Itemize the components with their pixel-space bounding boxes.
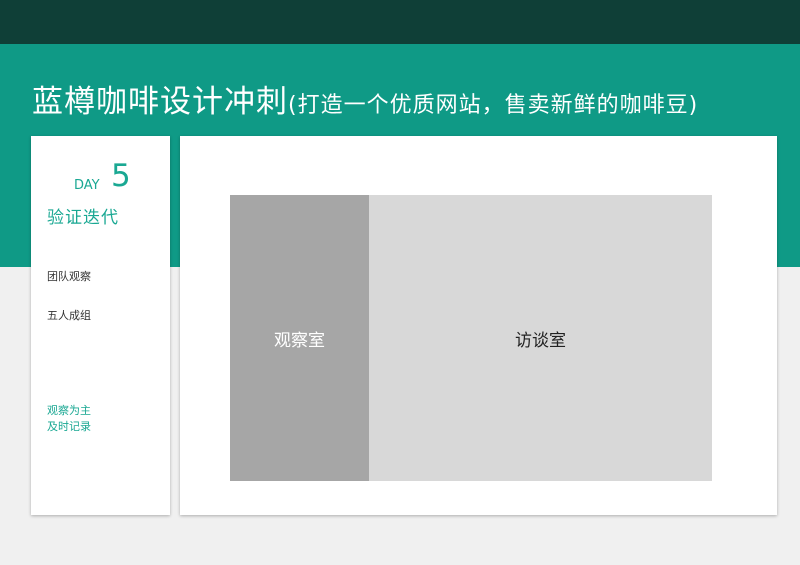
title-subtitle: (打造一个优质网站，售卖新鲜的咖啡豆): [288, 93, 699, 118]
title-main: 蓝樽咖啡设计冲刺: [32, 84, 288, 120]
day-card: DAY 5 验证迭代 团队观察 五人成组 观察为主 及时记录: [31, 136, 170, 515]
page-title: 蓝樽咖啡设计冲刺(打造一个优质网站，售卖新鲜的咖啡豆): [32, 76, 698, 121]
observation-room: 观察室: [230, 195, 369, 481]
day-label: DAY: [74, 178, 100, 193]
note: 观察为主 及时记录: [47, 403, 91, 435]
note-line: 观察为主: [47, 404, 91, 417]
note-line: 及时记录: [47, 420, 91, 433]
day-number: 5: [111, 158, 131, 194]
interview-room: 访谈室: [369, 195, 712, 481]
top-bar: [0, 0, 800, 44]
observation-room-label: 观察室: [274, 330, 325, 351]
interview-room-label: 访谈室: [515, 330, 566, 351]
list-item: 团队观察: [47, 270, 91, 283]
list-item: 五人成组: [47, 309, 91, 322]
phase-title: 验证迭代: [47, 208, 119, 228]
